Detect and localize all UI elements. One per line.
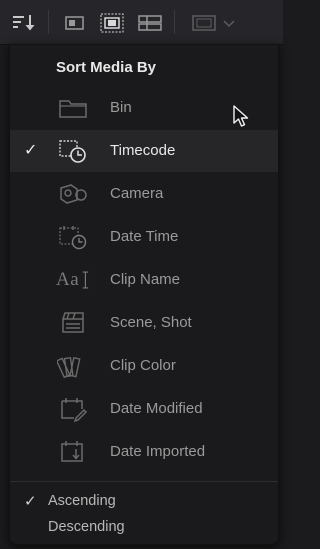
- menu-title: Sort Media By: [56, 59, 157, 76]
- menu-item-label: Clip Name: [110, 271, 181, 288]
- menu-item-clip-name[interactable]: Aa Clip Name: [10, 259, 278, 301]
- mouse-cursor-icon: [233, 105, 249, 127]
- menu-item-label: Camera: [110, 185, 164, 202]
- menu-item-label: Date Imported: [110, 443, 206, 460]
- clip-name-glyph: Aa: [56, 269, 80, 290]
- clip-name-icon: Aa: [56, 265, 90, 295]
- timecode-icon: [56, 136, 90, 166]
- sort-icon: [13, 15, 35, 31]
- thumbnail-view-icon: [65, 16, 84, 30]
- menu-item-descending[interactable]: Descending: [10, 517, 278, 539]
- viewer-icon: [192, 15, 216, 31]
- clapperboard-icon: [56, 308, 90, 338]
- toolbar-separator: [174, 10, 175, 34]
- filmstrip-view-button[interactable]: [96, 8, 128, 38]
- chevron-down-icon: [223, 20, 235, 28]
- calendar-import-icon: [56, 437, 90, 467]
- menu-item-label: Clip Color: [110, 357, 176, 374]
- media-pool-toolbar: [0, 0, 283, 45]
- menu-item-label: Bin: [110, 99, 132, 116]
- calendar-edit-icon: [56, 394, 90, 424]
- camera-icon: [56, 179, 90, 209]
- menu-item-label: Date Time: [110, 228, 179, 245]
- menu-item-clip-color[interactable]: Clip Color: [10, 345, 278, 387]
- toolbar-separator: [48, 10, 49, 34]
- viewer-dropdown-button[interactable]: [184, 8, 244, 38]
- list-view-button[interactable]: [134, 8, 166, 38]
- menu-item-camera[interactable]: Camera: [10, 173, 278, 215]
- menu-divider: [10, 481, 278, 482]
- list-view-icon: [138, 15, 162, 31]
- menu-item-scene-shot[interactable]: Scene, Shot: [10, 302, 278, 344]
- thumbnail-view-button[interactable]: [60, 8, 90, 38]
- menu-item-label: Descending: [48, 519, 125, 535]
- menu-item-label: Date Modified: [110, 400, 203, 417]
- menu-item-date-imported[interactable]: Date Imported: [10, 431, 278, 473]
- folder-icon: [56, 93, 90, 123]
- menu-item-label: Ascending: [48, 493, 116, 509]
- menu-item-date-modified[interactable]: Date Modified: [10, 388, 278, 430]
- color-swatch-icon: [56, 351, 90, 381]
- menu-item-ascending[interactable]: ✓ Ascending: [10, 491, 278, 513]
- menu-item-label: Scene, Shot: [110, 314, 192, 331]
- menu-item-label: Timecode: [110, 142, 176, 159]
- menu-item-date-time[interactable]: Date Time: [10, 216, 278, 258]
- filmstrip-view-icon: [100, 13, 124, 33]
- menu-item-timecode[interactable]: ✓ Timecode: [10, 130, 278, 172]
- date-time-icon: [56, 222, 90, 252]
- sort-button[interactable]: [8, 8, 42, 38]
- checkmark-icon: ✓: [24, 493, 37, 510]
- checkmark-icon: ✓: [24, 142, 38, 159]
